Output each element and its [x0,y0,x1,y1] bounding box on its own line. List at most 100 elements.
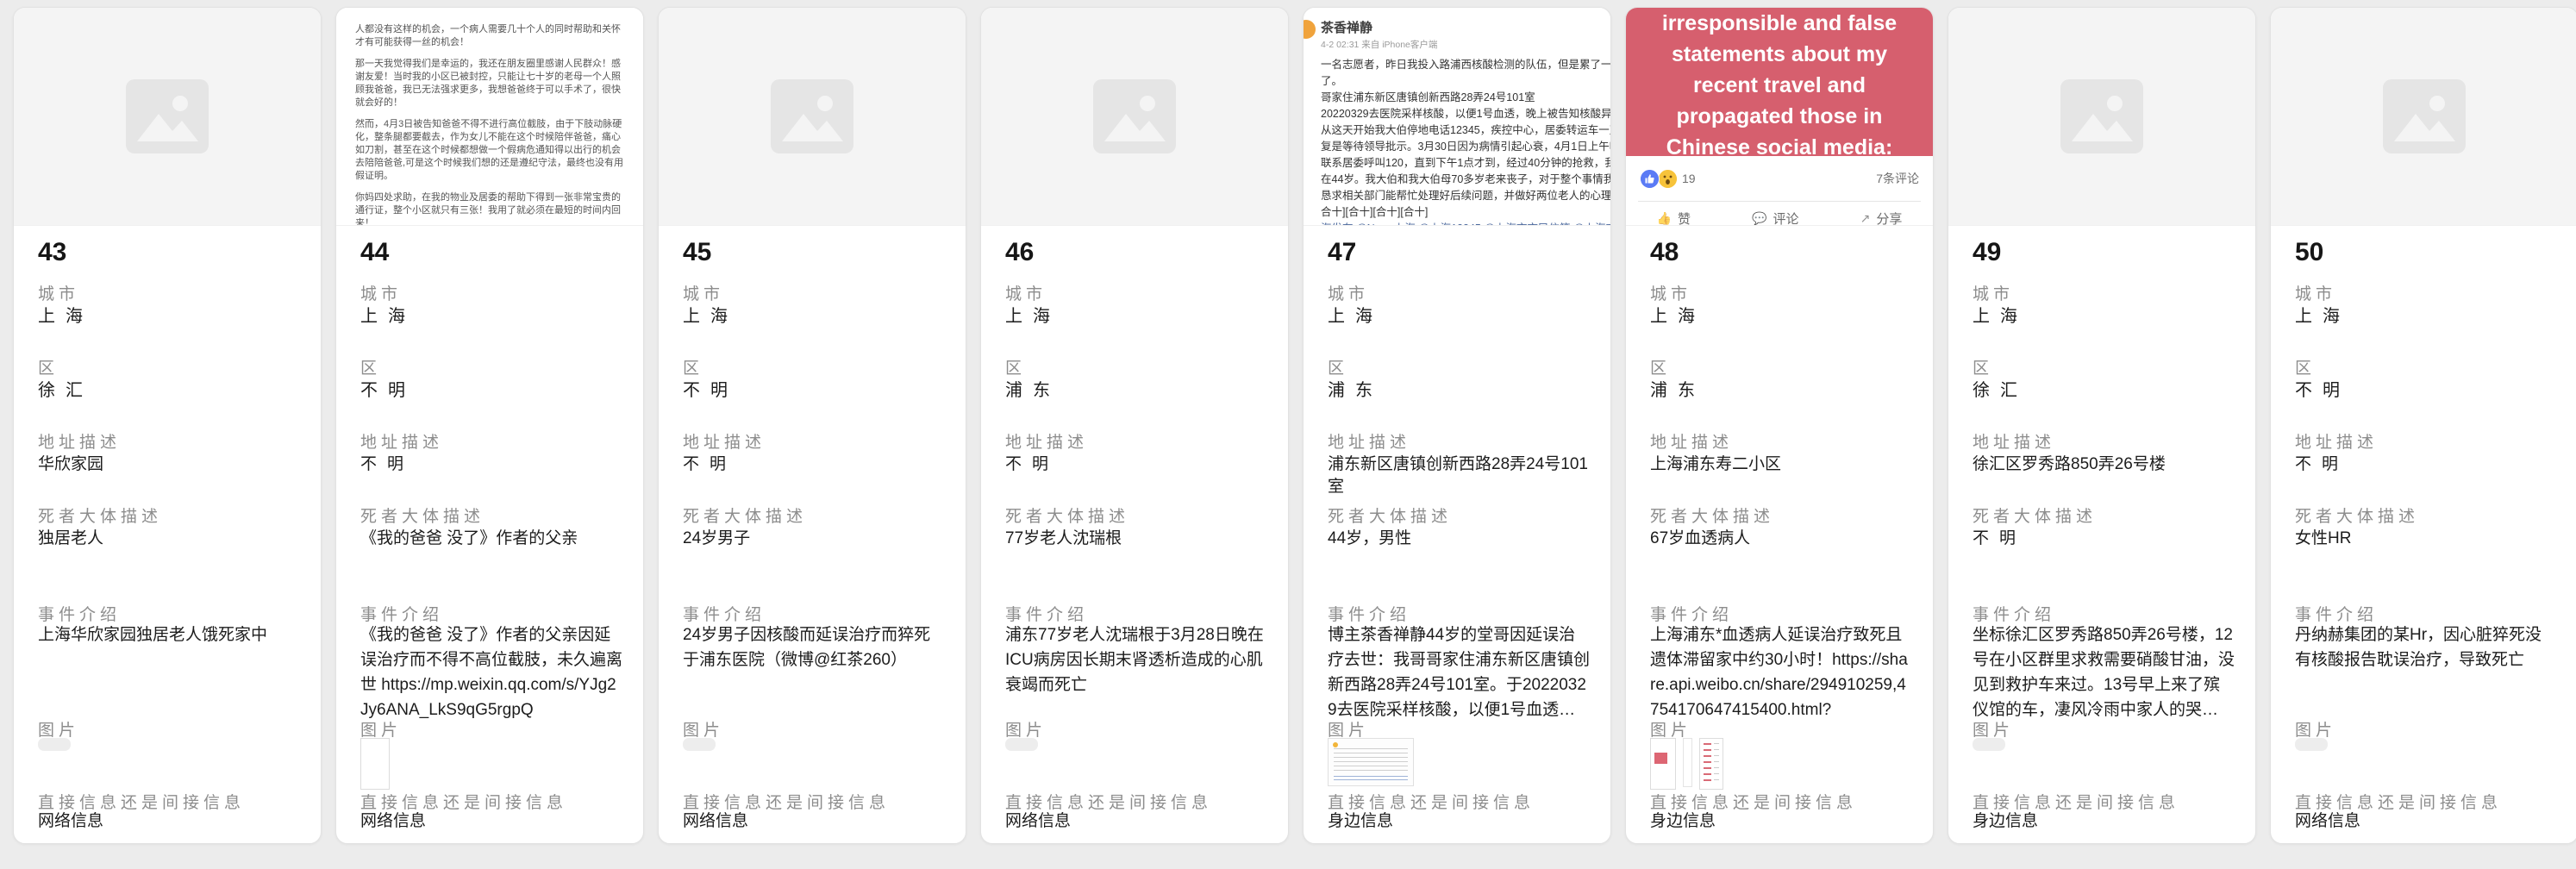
record-number: 45 [683,238,711,267]
field-value-district: 浦东 [1328,379,1590,403]
card-body: 46城市上海区浦东地址描述不明死者大体描述77岁老人沈瑞根事件介绍浦东77岁老人… [981,226,1288,843]
field-label-event: 事件介绍 [1005,602,1088,625]
record-card-47[interactable]: 茶香禅静4-2 02:31 来自 iPhone客户端一名志愿者，昨日我投入路浦西… [1303,7,1611,844]
attachment-screenshot-thumbnail[interactable] [1328,738,1414,786]
field-value-address: 上海浦东寿二小区 [1650,453,1912,476]
post-action-share[interactable]: ↗ 分享 [1860,209,1903,226]
card-body: 48城市上海区浦东地址描述上海浦东寿二小区死者大体描述67岁血透病人事件介绍上海… [1626,226,1933,843]
field-label-district: 区 [2295,355,2316,378]
cover-image-placeholder[interactable] [2271,8,2576,226]
post-action-comment[interactable]: 💬评论 [1752,209,1798,226]
cover-image-placeholder[interactable] [659,8,966,226]
image-attachments [1973,738,2005,751]
record-card-46[interactable]: 46城市上海区浦东地址描述不明死者大体描述77岁老人沈瑞根事件介绍浦东77岁老人… [980,7,1289,844]
field-value-deceased: 77岁老人沈瑞根 [1005,528,1267,550]
card-body: 50城市上海区不明地址描述不明死者大体描述女性HR事件介绍丹纳赫集团的某Hr，因… [2271,226,2576,843]
field-value-deceased: 67岁血透病人 [1650,528,1912,550]
field-value-event: 上海华欣家园独居老人饿死家中 [38,622,300,647]
record-card-43[interactable]: 43城市上海区徐汇地址描述华欣家园死者大体描述独居老人事件介绍上海华欣家园独居老… [13,7,322,844]
photo-placeholder-icon [771,79,853,153]
cover-image-placeholder[interactable] [14,8,321,226]
record-card-50[interactable]: 50城市上海区不明地址描述不明死者大体描述女性HR事件介绍丹纳赫集团的某Hr，因… [2270,7,2576,844]
weibo-body-line: 哥家住浦东新区唐镇创新西路28弄24号101室 [1321,90,1602,106]
field-value-address: 不明 [2295,453,2557,476]
photo-placeholder-icon [2383,79,2466,153]
reaction-summary: 19 [1640,169,1696,189]
field-label-source-type: 直接信息还是间接信息 [1005,790,1212,813]
field-value-address: 徐汇区罗秀路850弄26号楼 [1973,453,2235,476]
image-attachments [683,738,716,751]
field-label-address: 地址描述 [1328,429,1410,453]
record-card-49[interactable]: 49城市上海区徐汇地址描述徐汇区罗秀路850弄26号楼死者大体描述不明事件介绍坐… [1948,7,2256,844]
attachment-document-thumbnail[interactable] [360,738,390,790]
cover-image-weibo-post[interactable]: 茶香禅静4-2 02:31 来自 iPhone客户端一名志愿者，昨日我投入路浦西… [1304,8,1610,226]
weibo-body-line: 合十][合十][合十][合十] [1321,204,1602,221]
attachment-thumbnail-1[interactable] [1650,738,1676,790]
cover-image-article[interactable]: 人都没有这样的机会，一个病人需要几十个人的同时帮助和关怀才有可能获得一丝的机会！… [336,8,643,226]
field-label-district: 区 [1005,355,1026,378]
field-label-source-type: 直接信息还是间接信息 [1973,790,2179,813]
thumbs-up-reaction-icon [1640,169,1660,189]
field-label-district: 区 [1328,355,1348,378]
field-label-address: 地址描述 [1650,429,1733,453]
weibo-body-line: 一名志愿者，昨日我投入路浦西核酸检测的队伍，但是累了一天后晚上接 [1321,57,1602,73]
field-label-source-type: 直接信息还是间接信息 [2295,790,2502,813]
field-value-district: 徐汇 [38,379,300,403]
field-value-city: 上海 [360,305,622,328]
field-label-event: 事件介绍 [2295,602,2378,625]
attachment-pill-thumbnail[interactable] [1005,738,1038,751]
attachment-thumbnail-3[interactable] [1699,738,1723,790]
post-action-label: 分享 [1876,209,1902,226]
attachment-pill-thumbnail[interactable] [2295,738,2328,751]
field-label-district: 区 [1650,355,1671,378]
field-value-source-type: 网络信息 [1005,810,1267,833]
record-card-48[interactable]: irresponsible and false statements about… [1625,7,1934,844]
field-value-deceased: 独居老人 [38,528,300,550]
field-label-image: 图片 [1650,717,1691,741]
weibo-body-line: 从这天开始我大伯停地电话12345，疾控中心，居委转运车一直不来。永 [1321,122,1602,139]
field-label-event: 事件介绍 [683,602,766,625]
record-number: 47 [1328,238,1356,267]
field-label-city: 城市 [1650,281,1691,304]
attachment-pill-thumbnail[interactable] [683,738,716,751]
field-value-event: 上海浦东*血透病人延误治疗致死且遗体滞留家中约30小时！https://shar… [1650,622,1912,722]
field-label-source-type: 直接信息还是间接信息 [38,790,245,813]
field-value-event: 丹纳赫集团的某Hr，因心脏猝死没有核酸报告耽误治疗，导致死亡 [2295,622,2557,672]
weibo-body-line: 了。 [1321,73,1602,90]
record-card-45[interactable]: 45城市上海区不明地址描述不明死者大体描述24岁男子事件介绍24岁男子因核酸而延… [658,7,966,844]
field-value-deceased: 女性HR [2295,528,2557,550]
field-label-address: 地址描述 [1005,429,1088,453]
field-value-city: 上海 [1973,305,2235,328]
record-number: 46 [1005,238,1034,267]
field-value-deceased: 44岁，男性 [1328,528,1590,550]
field-label-source-type: 直接信息还是间接信息 [1650,790,1857,813]
attachment-thumbnail-2[interactable] [1683,738,1692,787]
article-paragraph: 你妈四处求助，在我的物业及居委的帮助下得到一张非常宝贵的通行证，整个小区就只有三… [355,191,624,226]
field-label-deceased: 死者大体描述 [1005,503,1129,527]
attachment-pill-thumbnail[interactable] [1973,738,2005,751]
field-value-city: 上海 [1650,305,1912,328]
share-icon: ↗ [1860,211,1871,226]
field-label-city: 城市 [2295,281,2336,304]
field-label-event: 事件介绍 [1973,602,2055,625]
cover-image-placeholder[interactable] [1948,8,2255,226]
field-value-deceased: 《我的爸爸 没了》作者的父亲 [360,528,622,550]
field-value-district: 浦东 [1650,379,1912,403]
red-post-text: irresponsible and false statements about… [1626,8,1933,156]
field-label-event: 事件介绍 [1650,602,1733,625]
field-label-deceased: 死者大体描述 [683,503,807,527]
post-action-like[interactable]: 👍赞 [1657,209,1691,226]
field-label-address: 地址描述 [360,429,443,453]
attachment-pill-thumbnail[interactable] [38,738,71,751]
image-attachments [1005,738,1038,751]
field-label-source-type: 直接信息还是间接信息 [360,790,567,813]
cover-image-social-post[interactable]: irresponsible and false statements about… [1626,8,1933,226]
post-action-label: 评论 [1773,209,1799,226]
field-value-source-type: 身边信息 [1973,810,2235,833]
weibo-body-line: 恳求相关部门能帮忙处理好后续问题，并做好两位老人的心理疏导，给予 [1321,188,1602,204]
weibo-post-meta: 4-2 02:31 来自 iPhone客户端 [1321,38,1602,51]
field-label-address: 地址描述 [2295,429,2378,453]
cover-image-placeholder[interactable] [981,8,1288,226]
field-value-district: 不明 [2295,379,2557,403]
record-card-44[interactable]: 人都没有这样的机会，一个病人需要几十个人的同时帮助和关怀才有可能获得一丝的机会！… [335,7,644,844]
